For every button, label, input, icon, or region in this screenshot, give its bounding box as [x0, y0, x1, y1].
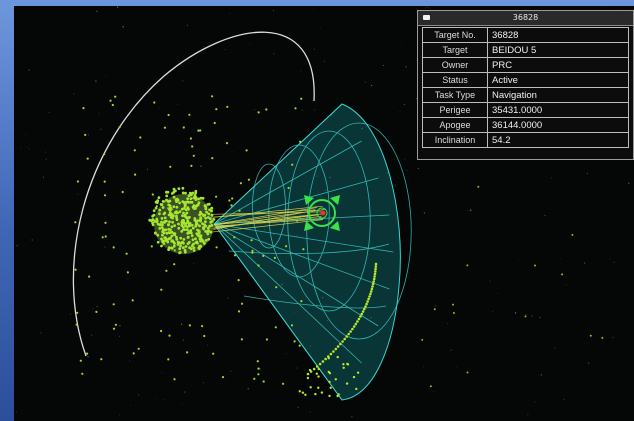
field-label: Inclination [422, 132, 488, 148]
field-value: 35431.0000 [487, 102, 629, 118]
field-value: Active [487, 72, 629, 88]
field-label: Apogee [422, 117, 488, 133]
field-value: PRC [487, 57, 629, 73]
field-value: 54.2 [487, 132, 629, 148]
field-value: Navigation [487, 87, 629, 103]
table-row: Apogee 36144.0000 [422, 117, 629, 133]
field-label: Target [422, 42, 488, 58]
field-label: Task Type [422, 87, 488, 103]
target-reticle-icon[interactable] [304, 195, 340, 231]
panel-title: 36828 [512, 13, 539, 22]
target-info-table: Target No. 36828 Target BEIDOU 5 Owner PRC Sta… [422, 27, 629, 148]
table-row: Inclination 54.2 [422, 132, 629, 148]
field-value: 36828 [487, 27, 629, 43]
table-row: Target BEIDOU 5 [422, 42, 629, 58]
table-row: Status Active [422, 72, 629, 88]
table-row: Owner PRC [422, 57, 629, 73]
field-label: Perigee [422, 102, 488, 118]
table-row: Perigee 35431.0000 [422, 102, 629, 118]
field-label: Status [422, 72, 488, 88]
field-label: Owner [422, 57, 488, 73]
field-value: BEIDOU 5 [487, 42, 629, 58]
table-row: Task Type Navigation [422, 87, 629, 103]
field-label: Target No. [422, 27, 488, 43]
field-value: 36144.0000 [487, 117, 629, 133]
panel-titlebar[interactable]: 36828 [418, 11, 633, 26]
sensor-cone-icon [213, 103, 412, 401]
table-row: Target No. 36828 [422, 27, 629, 43]
target-info-panel[interactable]: 36828 Target No. 36828 Target BEIDOU 5 Owner… [417, 10, 634, 160]
